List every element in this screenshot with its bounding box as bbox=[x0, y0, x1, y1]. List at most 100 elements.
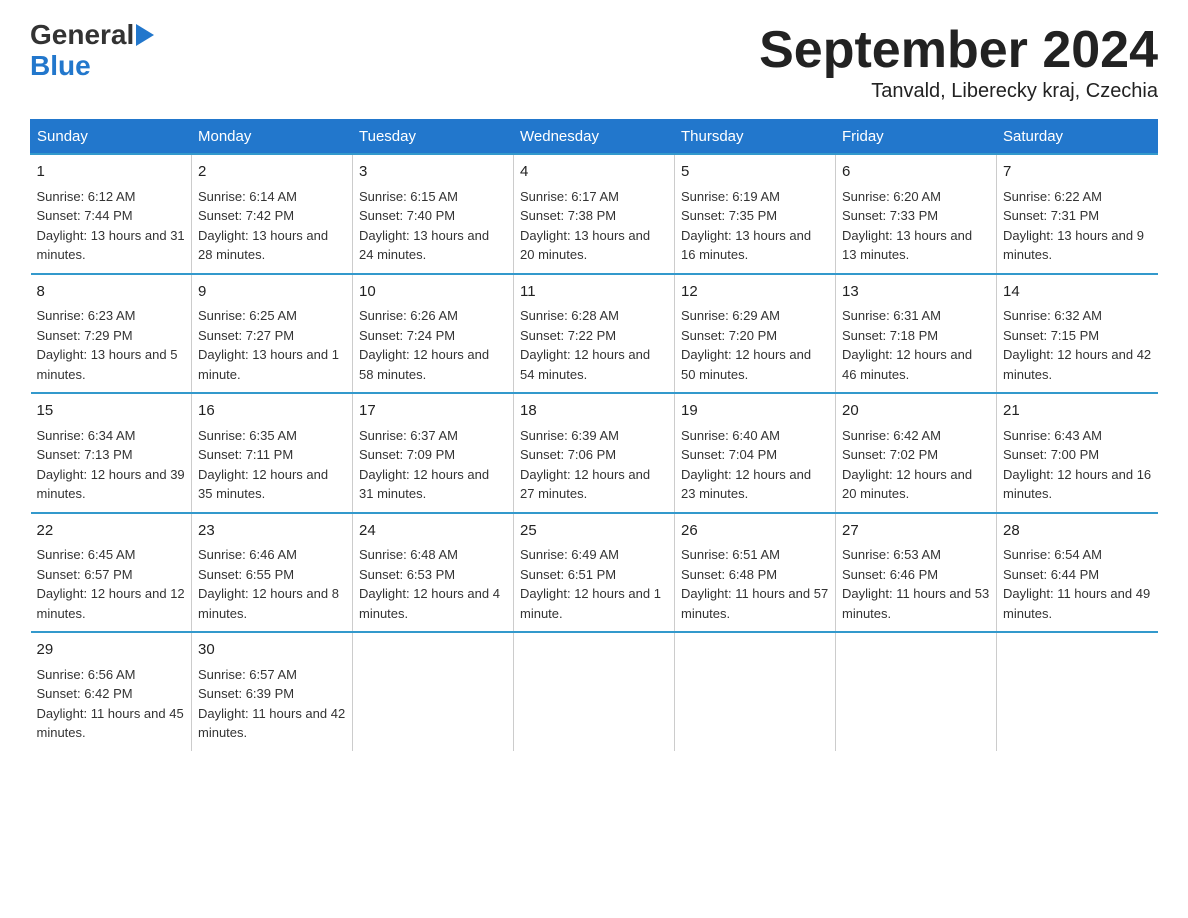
day-number: 20 bbox=[842, 400, 990, 423]
day-info: Sunrise: 6:31 AMSunset: 7:18 PMDaylight:… bbox=[842, 308, 972, 382]
weekday-header-wednesday: Wednesday bbox=[514, 120, 675, 155]
logo-general: General bbox=[30, 20, 134, 51]
day-info: Sunrise: 6:40 AMSunset: 7:04 PMDaylight:… bbox=[681, 428, 811, 502]
day-info: Sunrise: 6:28 AMSunset: 7:22 PMDaylight:… bbox=[520, 308, 650, 382]
day-info: Sunrise: 6:12 AMSunset: 7:44 PMDaylight:… bbox=[37, 189, 185, 263]
weekday-header-saturday: Saturday bbox=[997, 120, 1158, 155]
day-number: 24 bbox=[359, 520, 507, 543]
calendar-cell: 10 Sunrise: 6:26 AMSunset: 7:24 PMDayligh… bbox=[353, 274, 514, 394]
calendar-cell: 17Sunrise: 6:37 AMSunset: 7:09 PMDayligh… bbox=[353, 393, 514, 513]
calendar-week-row: 29Sunrise: 6:56 AMSunset: 6:42 PMDayligh… bbox=[31, 632, 1158, 751]
calendar-cell: 3 Sunrise: 6:15 AMSunset: 7:40 PMDaylight… bbox=[353, 154, 514, 274]
day-number: 8 bbox=[37, 281, 186, 304]
day-info: Sunrise: 6:19 AMSunset: 7:35 PMDaylight:… bbox=[681, 189, 811, 263]
day-number: 6 bbox=[842, 161, 990, 184]
day-number: 7 bbox=[1003, 161, 1152, 184]
weekday-header-monday: Monday bbox=[192, 120, 353, 155]
calendar-cell: 7 Sunrise: 6:22 AMSunset: 7:31 PMDaylight… bbox=[997, 154, 1158, 274]
calendar-cell: 27Sunrise: 6:53 AMSunset: 6:46 PMDayligh… bbox=[836, 513, 997, 633]
day-number: 11 bbox=[520, 281, 668, 304]
calendar-cell: 12 Sunrise: 6:29 AMSunset: 7:20 PMDayligh… bbox=[675, 274, 836, 394]
day-info: Sunrise: 6:57 AMSunset: 6:39 PMDaylight:… bbox=[198, 667, 345, 741]
day-number: 10 bbox=[359, 281, 507, 304]
calendar-cell: 6 Sunrise: 6:20 AMSunset: 7:33 PMDaylight… bbox=[836, 154, 997, 274]
calendar-cell bbox=[997, 632, 1158, 751]
calendar-week-row: 1 Sunrise: 6:12 AMSunset: 7:44 PMDaylight… bbox=[31, 154, 1158, 274]
header: General Blue September 2024 Tanvald, Lib… bbox=[30, 20, 1158, 103]
calendar-week-row: 15 Sunrise: 6:34 AMSunset: 7:13 PMDayligh… bbox=[31, 393, 1158, 513]
calendar-cell: 14Sunrise: 6:32 AMSunset: 7:15 PMDayligh… bbox=[997, 274, 1158, 394]
day-info: Sunrise: 6:15 AMSunset: 7:40 PMDaylight:… bbox=[359, 189, 489, 263]
calendar-table: SundayMondayTuesdayWednesdayThursdayFrid… bbox=[30, 119, 1158, 751]
calendar-cell: 2 Sunrise: 6:14 AMSunset: 7:42 PMDaylight… bbox=[192, 154, 353, 274]
day-number: 5 bbox=[681, 161, 829, 184]
day-number: 3 bbox=[359, 161, 507, 184]
calendar-cell: 13 Sunrise: 6:31 AMSunset: 7:18 PMDayligh… bbox=[836, 274, 997, 394]
day-info: Sunrise: 6:17 AMSunset: 7:38 PMDaylight:… bbox=[520, 189, 650, 263]
calendar-week-row: 22 Sunrise: 6:45 AMSunset: 6:57 PMDayligh… bbox=[31, 513, 1158, 633]
day-info: Sunrise: 6:46 AMSunset: 6:55 PMDaylight:… bbox=[198, 547, 339, 621]
logo-arrow-icon bbox=[136, 24, 154, 46]
day-info: Sunrise: 6:49 AMSunset: 6:51 PMDaylight:… bbox=[520, 547, 661, 621]
day-info: Sunrise: 6:39 AMSunset: 7:06 PMDaylight:… bbox=[520, 428, 650, 502]
day-number: 29 bbox=[37, 639, 186, 662]
calendar-cell: 26 Sunrise: 6:51 AMSunset: 6:48 PMDayligh… bbox=[675, 513, 836, 633]
calendar-cell: 28Sunrise: 6:54 AMSunset: 6:44 PMDayligh… bbox=[997, 513, 1158, 633]
logo: General Blue bbox=[30, 20, 154, 82]
day-number: 15 bbox=[37, 400, 186, 423]
calendar-cell: 19 Sunrise: 6:40 AMSunset: 7:04 PMDayligh… bbox=[675, 393, 836, 513]
day-number: 23 bbox=[198, 520, 346, 543]
day-info: Sunrise: 6:35 AMSunset: 7:11 PMDaylight:… bbox=[198, 428, 328, 502]
day-number: 12 bbox=[681, 281, 829, 304]
day-number: 26 bbox=[681, 520, 829, 543]
day-number: 19 bbox=[681, 400, 829, 423]
day-info: Sunrise: 6:48 AMSunset: 6:53 PMDaylight:… bbox=[359, 547, 500, 621]
calendar-cell: 30 Sunrise: 6:57 AMSunset: 6:39 PMDayligh… bbox=[192, 632, 353, 751]
calendar-cell: 16 Sunrise: 6:35 AMSunset: 7:11 PMDayligh… bbox=[192, 393, 353, 513]
day-number: 30 bbox=[198, 639, 346, 662]
day-number: 2 bbox=[198, 161, 346, 184]
calendar-cell: 5 Sunrise: 6:19 AMSunset: 7:35 PMDaylight… bbox=[675, 154, 836, 274]
weekday-header-sunday: Sunday bbox=[31, 120, 192, 155]
calendar-cell: 22 Sunrise: 6:45 AMSunset: 6:57 PMDayligh… bbox=[31, 513, 192, 633]
day-number: 1 bbox=[37, 161, 186, 184]
day-info: Sunrise: 6:54 AMSunset: 6:44 PMDaylight:… bbox=[1003, 547, 1150, 621]
day-number: 4 bbox=[520, 161, 668, 184]
day-number: 18 bbox=[520, 400, 668, 423]
day-number: 13 bbox=[842, 281, 990, 304]
day-number: 16 bbox=[198, 400, 346, 423]
day-info: Sunrise: 6:43 AMSunset: 7:00 PMDaylight:… bbox=[1003, 428, 1151, 502]
calendar-cell bbox=[675, 632, 836, 751]
day-number: 25 bbox=[520, 520, 668, 543]
calendar-cell: 8Sunrise: 6:23 AMSunset: 7:29 PMDaylight… bbox=[31, 274, 192, 394]
page-subtitle: Tanvald, Liberecky kraj, Czechia bbox=[759, 80, 1158, 103]
calendar-cell: 20Sunrise: 6:42 AMSunset: 7:02 PMDayligh… bbox=[836, 393, 997, 513]
day-info: Sunrise: 6:22 AMSunset: 7:31 PMDaylight:… bbox=[1003, 189, 1144, 263]
calendar-cell: 18 Sunrise: 6:39 AMSunset: 7:06 PMDayligh… bbox=[514, 393, 675, 513]
calendar-cell bbox=[514, 632, 675, 751]
day-info: Sunrise: 6:20 AMSunset: 7:33 PMDaylight:… bbox=[842, 189, 972, 263]
weekday-header-tuesday: Tuesday bbox=[353, 120, 514, 155]
calendar-cell: 21Sunrise: 6:43 AMSunset: 7:00 PMDayligh… bbox=[997, 393, 1158, 513]
calendar-cell: 9Sunrise: 6:25 AMSunset: 7:27 PMDaylight… bbox=[192, 274, 353, 394]
day-number: 22 bbox=[37, 520, 186, 543]
day-number: 9 bbox=[198, 281, 346, 304]
calendar-cell: 25 Sunrise: 6:49 AMSunset: 6:51 PMDayligh… bbox=[514, 513, 675, 633]
weekday-header-friday: Friday bbox=[836, 120, 997, 155]
day-info: Sunrise: 6:29 AMSunset: 7:20 PMDaylight:… bbox=[681, 308, 811, 382]
page-title: September 2024 bbox=[759, 20, 1158, 80]
calendar-cell bbox=[353, 632, 514, 751]
page: General Blue September 2024 Tanvald, Lib… bbox=[0, 0, 1188, 781]
day-info: Sunrise: 6:51 AMSunset: 6:48 PMDaylight:… bbox=[681, 547, 828, 621]
calendar-cell: 1 Sunrise: 6:12 AMSunset: 7:44 PMDaylight… bbox=[31, 154, 192, 274]
calendar-cell: 11 Sunrise: 6:28 AMSunset: 7:22 PMDayligh… bbox=[514, 274, 675, 394]
calendar-cell: 23 Sunrise: 6:46 AMSunset: 6:55 PMDayligh… bbox=[192, 513, 353, 633]
day-info: Sunrise: 6:34 AMSunset: 7:13 PMDaylight:… bbox=[37, 428, 185, 502]
weekday-header-thursday: Thursday bbox=[675, 120, 836, 155]
day-info: Sunrise: 6:26 AMSunset: 7:24 PMDaylight:… bbox=[359, 308, 489, 382]
day-info: Sunrise: 6:45 AMSunset: 6:57 PMDaylight:… bbox=[37, 547, 185, 621]
day-info: Sunrise: 6:14 AMSunset: 7:42 PMDaylight:… bbox=[198, 189, 328, 263]
calendar-cell: 15 Sunrise: 6:34 AMSunset: 7:13 PMDayligh… bbox=[31, 393, 192, 513]
calendar-cell: 24 Sunrise: 6:48 AMSunset: 6:53 PMDayligh… bbox=[353, 513, 514, 633]
day-info: Sunrise: 6:37 AMSunset: 7:09 PMDaylight:… bbox=[359, 428, 489, 502]
